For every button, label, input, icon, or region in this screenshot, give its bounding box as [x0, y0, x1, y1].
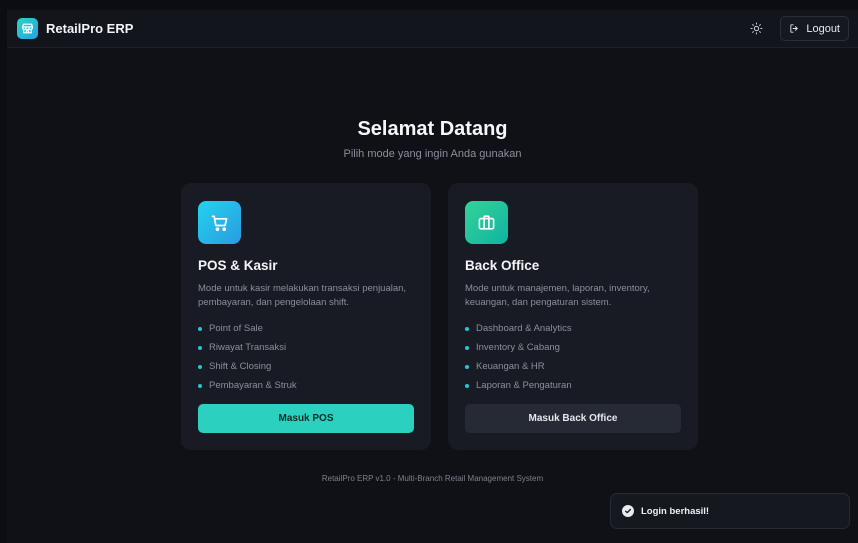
shopping-cart-icon	[198, 201, 241, 244]
toast-notification[interactable]: Login berhasil!	[610, 493, 850, 529]
logout-icon	[790, 24, 799, 33]
enter-pos-button[interactable]: Masuk POS	[198, 404, 414, 433]
feature-label: Keuangan & HR	[476, 361, 545, 372]
card-title: POS & Kasir	[198, 258, 278, 273]
feature-list: Dashboard & Analytics Inventory & Cabang…	[465, 319, 681, 395]
back-office-mode-card[interactable]: Back Office Mode untuk manajemen, lapora…	[448, 183, 698, 450]
card-description: Mode untuk manajemen, laporan, inventory…	[465, 283, 650, 308]
feature-label: Point of Sale	[209, 323, 263, 334]
feature-label: Inventory & Cabang	[476, 342, 560, 353]
top-navbar: RetailPro ERP Logout	[7, 10, 858, 48]
feature-item: Shift & Closing	[198, 357, 414, 376]
logout-label: Logout	[806, 22, 840, 35]
welcome-title: Selamat Datang	[357, 118, 508, 140]
bullet-icon	[465, 345, 469, 350]
feature-label: Laporan & Pengaturan	[476, 380, 572, 391]
enter-back-office-button[interactable]: Masuk Back Office	[465, 404, 681, 433]
app-window: RetailPro ERP Logout Selamat Datang Pili…	[7, 10, 858, 543]
theme-toggle-button[interactable]	[746, 19, 766, 39]
pos-mode-card[interactable]: POS & Kasir Mode untuk kasir melakukan t…	[181, 183, 431, 450]
briefcase-icon	[465, 201, 508, 244]
brand[interactable]: RetailPro ERP	[17, 18, 133, 39]
card-description: Mode untuk kasir melakukan transaksi pen…	[198, 283, 407, 308]
feature-item: Pembayaran & Struk	[198, 376, 414, 395]
card-title: Back Office	[465, 258, 540, 273]
feature-label: Shift & Closing	[209, 361, 272, 372]
feature-list: Point of Sale Riwayat Transaksi Shift & …	[198, 319, 414, 395]
bullet-icon	[198, 364, 202, 369]
bullet-icon	[198, 383, 202, 388]
feature-item: Point of Sale	[198, 319, 414, 338]
feature-label: Riwayat Transaksi	[209, 342, 287, 353]
feature-item: Riwayat Transaksi	[198, 338, 414, 357]
check-circle-icon	[622, 505, 634, 517]
toast-message: Login berhasil!	[641, 505, 710, 517]
feature-item: Dashboard & Analytics	[465, 319, 681, 338]
feature-item: Inventory & Cabang	[465, 338, 681, 357]
bullet-icon	[198, 345, 202, 350]
footer-text: RetailPro ERP v1.0 - Multi-Branch Retail…	[321, 474, 544, 483]
bullet-icon	[465, 326, 469, 331]
bullet-icon	[465, 383, 469, 388]
bullet-icon	[198, 326, 202, 331]
bullet-icon	[465, 364, 469, 369]
store-icon	[17, 18, 38, 39]
feature-label: Dashboard & Analytics	[476, 323, 572, 334]
welcome-subtitle: Pilih mode yang ingin Anda gunakan	[343, 148, 522, 160]
feature-label: Pembayaran & Struk	[209, 380, 297, 391]
feature-item: Keuangan & HR	[465, 357, 681, 376]
app-title: RetailPro ERP	[46, 21, 134, 36]
sun-icon	[750, 22, 763, 35]
feature-item: Laporan & Pengaturan	[465, 376, 681, 395]
logout-button[interactable]: Logout	[780, 16, 849, 41]
